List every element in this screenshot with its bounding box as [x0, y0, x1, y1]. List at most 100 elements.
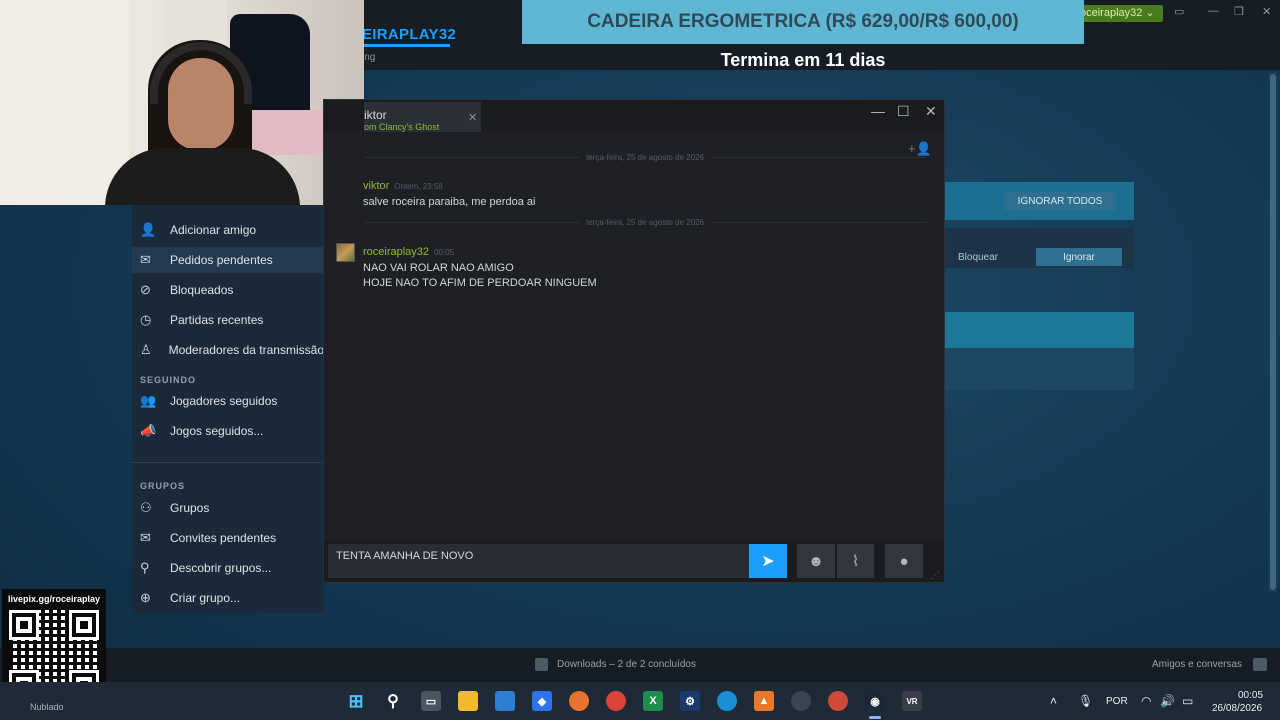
input-language[interactable]: POR: [1106, 696, 1128, 707]
envelope-icon: ✉: [140, 530, 151, 545]
menu-item-blocked[interactable]: ⊘ Bloqueados: [132, 277, 324, 303]
app-icon[interactable]: ▲: [754, 691, 774, 711]
menu-item-recent-games[interactable]: ◷ Partidas recentes: [132, 307, 324, 333]
resize-grip-icon[interactable]: ⋰: [930, 570, 940, 581]
scrollbar-thumb[interactable]: [1270, 74, 1276, 590]
message-author-name: viktor: [363, 180, 390, 192]
message-text: salve roceira paraiba, me perdoa ai: [363, 196, 536, 208]
menu-item-create-group[interactable]: ⊕ Criar grupo...: [132, 585, 324, 611]
close-icon[interactable]: ✕: [1262, 5, 1271, 18]
steam-icon[interactable]: ◉: [865, 691, 885, 711]
voice-button[interactable]: ●: [885, 544, 923, 578]
date-separator-line: [709, 156, 927, 158]
close-icon[interactable]: ✕: [925, 103, 937, 120]
vr-icon[interactable]: VR: [902, 691, 922, 711]
clock-time[interactable]: 00:05: [1238, 690, 1263, 701]
pending-requests-panel: IGNORAR TODOS Bloquear Ignorar: [944, 182, 1134, 390]
block-button[interactable]: Bloquear: [944, 248, 1012, 266]
steam-username-title[interactable]: EIRAPLAY32: [362, 26, 456, 43]
weather-text[interactable]: Nublado: [30, 702, 64, 712]
file-explorer-icon[interactable]: [458, 691, 478, 711]
date-separator-line: [709, 221, 927, 223]
menu-item-label: Jogos seguidos...: [170, 424, 264, 438]
menu-item-add-friend[interactable]: 👤 Adicionar amigo: [132, 217, 324, 243]
account-menu-button[interactable]: oceiraplay32 ⌄: [1074, 5, 1163, 22]
obs-icon[interactable]: [791, 691, 811, 711]
attach-button[interactable]: ⌇: [837, 544, 874, 578]
clock-date[interactable]: 26/08/2026: [1212, 703, 1262, 714]
blocked-icon: ⊘: [140, 282, 151, 297]
goal-deadline-text: Termina em 11 dias: [720, 50, 886, 70]
menu-item-discover-groups[interactable]: ⚲ Descobrir grupos...: [132, 555, 324, 581]
send-button[interactable]: ➤: [749, 544, 787, 578]
chat-messages-area: terça-feira, 25 de agosto de 2026 +👤 vik…: [324, 132, 944, 540]
app-icon[interactable]: ⚙: [680, 691, 700, 711]
send-icon: ➤: [761, 553, 775, 570]
menu-divider: [132, 462, 324, 463]
friends-icon[interactable]: [1253, 658, 1267, 671]
emoticon-button[interactable]: ☻: [797, 544, 835, 578]
search-icon[interactable]: ⚲: [383, 691, 403, 711]
message-author[interactable]: roceiraplay32 00:05: [363, 246, 454, 258]
message-author[interactable]: viktor Ontem, 23:58: [363, 180, 443, 192]
chat-message-input[interactable]: TENTA AMANHA DE NOVO: [328, 544, 750, 578]
downloads-status[interactable]: Downloads – 2 de 2 concluídos: [557, 659, 696, 670]
date-separator: terça-feira, 25 de agosto de 2026: [364, 216, 927, 228]
task-view-icon[interactable]: ▭: [421, 691, 441, 711]
chevron-up-icon[interactable]: ˄: [1050, 694, 1057, 708]
store-icon[interactable]: [495, 691, 515, 711]
big-picture-icon[interactable]: ▭: [1174, 5, 1184, 18]
minimize-icon[interactable]: —: [1208, 5, 1219, 17]
download-icon[interactable]: [535, 658, 548, 671]
maximize-icon[interactable]: ☐: [897, 103, 910, 120]
dropbox-icon[interactable]: ◆: [532, 691, 552, 711]
message-text: NAO VAI ROLAR NAO AMIGO: [363, 262, 514, 274]
menu-item-label: Descobrir grupos...: [170, 561, 272, 575]
chrome-icon[interactable]: [828, 691, 848, 711]
chrome-icon[interactable]: [606, 691, 626, 711]
menu-item-label: Pedidos pendentes: [170, 253, 273, 267]
edge-icon[interactable]: [717, 691, 737, 711]
menu-item-label: Criar grupo...: [170, 591, 241, 605]
qr-finder: [12, 613, 36, 637]
menu-item-pending-invites[interactable]: ✉ Convites pendentes: [132, 525, 324, 551]
menu-item-broadcast-moderators[interactable]: ♙ Moderadores da transmissão: [132, 337, 324, 363]
battery-icon[interactable]: ▭: [1182, 694, 1193, 708]
date-separator-text: terça-feira, 25 de agosto de 2026: [586, 152, 704, 162]
ignore-all-button[interactable]: IGNORAR TODOS: [1004, 192, 1116, 210]
date-separator-line: [364, 221, 581, 223]
menu-item-label: Grupos: [170, 501, 210, 515]
menu-item-followed-games[interactable]: 📣 Jogos seguidos...: [132, 418, 324, 444]
volume-icon[interactable]: 🔊: [1160, 694, 1175, 708]
windows-start-icon[interactable]: ⊞: [346, 691, 366, 711]
groups-icon: ⚇: [140, 500, 152, 515]
friends-and-chat-button[interactable]: Amigos e conversas: [1152, 659, 1242, 670]
maximize-icon[interactable]: ❐: [1234, 5, 1244, 18]
close-tab-icon[interactable]: ✕: [468, 111, 477, 124]
steam-title-underline: [362, 44, 450, 47]
menu-item-followed-players[interactable]: 👥 Jogadores seguidos: [132, 388, 324, 414]
menu-item-groups[interactable]: ⚇ Grupos: [132, 495, 324, 521]
qr-url-label: livepix.gg/roceiraplay: [7, 594, 101, 604]
add-friend-icon: 👤: [140, 222, 157, 237]
excel-icon[interactable]: X: [643, 691, 663, 711]
add-to-chat-icon[interactable]: +👤: [908, 141, 932, 157]
avatar[interactable]: [336, 243, 355, 262]
chat-tab-viktor[interactable]: iktor om Clancy's Ghost ✕: [364, 102, 481, 132]
paperclip-icon: ⌇: [851, 553, 860, 570]
ignore-button[interactable]: Ignorar: [1036, 248, 1122, 266]
megaphone-icon: 📣: [140, 423, 157, 438]
section-groups-header: GRUPOS: [140, 481, 186, 491]
wifi-icon[interactable]: ◠: [1141, 694, 1151, 708]
menu-item-pending-requests[interactable]: ✉ Pedidos pendentes: [132, 247, 324, 273]
message-time: Ontem, 23:58: [394, 182, 443, 191]
minimize-icon[interactable]: —: [871, 103, 885, 119]
microphone-icon[interactable]: 🎙: [1078, 694, 1093, 708]
firefox-icon[interactable]: [569, 691, 589, 711]
webcam-wall: [0, 0, 130, 205]
players-icon: 👥: [140, 393, 157, 408]
windows-taskbar: ⊞ ⚲ ▭ ◆ X ⚙ ▲ ◉ VR ˄ 🎙 POR ◠ 🔊 ▭ 00:05 2…: [0, 682, 1280, 720]
microphone-icon: ●: [899, 552, 909, 570]
request-row: [944, 348, 1134, 390]
chat-window: iktor om Clancy's Ghost ✕ — ☐ ✕ terça-fe…: [323, 99, 945, 583]
